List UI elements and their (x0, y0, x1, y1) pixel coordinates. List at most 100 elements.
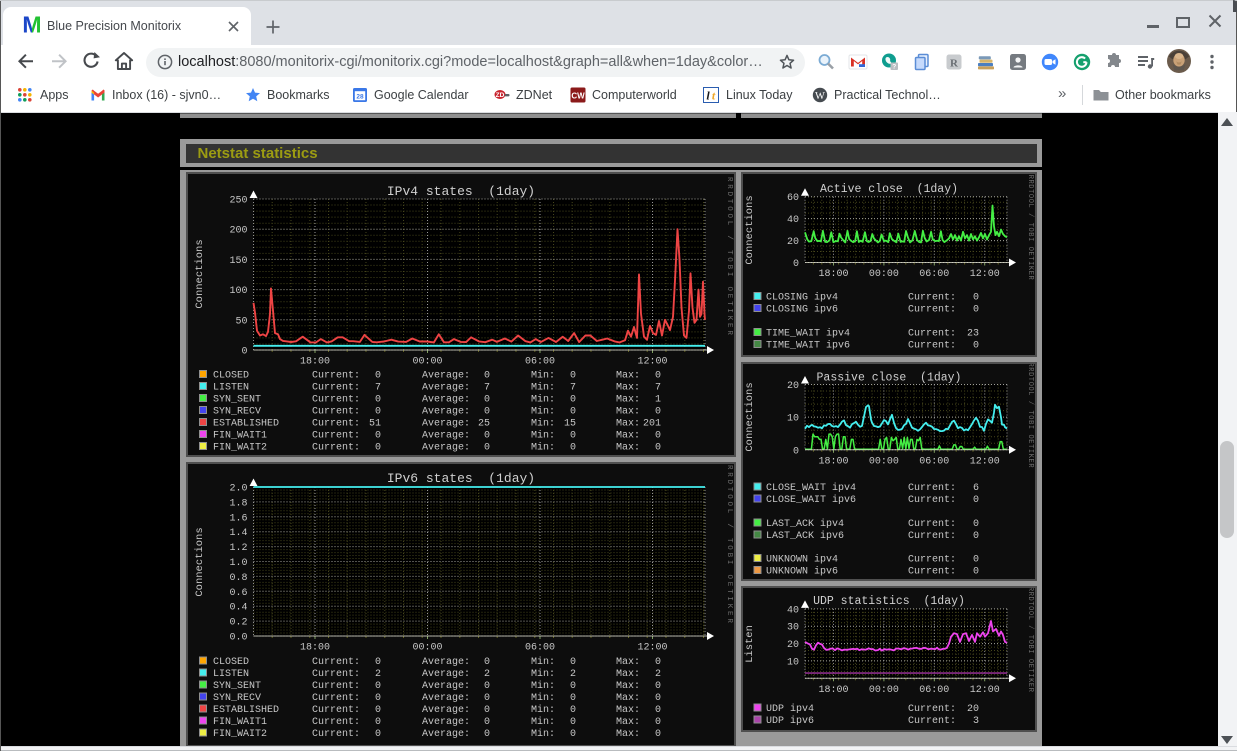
svg-text:0: 0 (375, 407, 381, 418)
svg-text:Average:: Average: (422, 371, 470, 382)
svg-text:0: 0 (793, 446, 799, 457)
svg-text:0: 0 (484, 705, 490, 716)
svg-text:R: R (950, 58, 959, 70)
svg-text:Average:: Average: (422, 681, 470, 692)
svg-text:7: 7 (655, 383, 661, 394)
svg-text:Listen: Listen (744, 625, 756, 663)
svg-text:Min:: Min: (531, 370, 555, 382)
svg-text:18:00: 18:00 (818, 456, 848, 467)
svg-text:RRDTOOL / TOBI OETIKER: RRDTOOL / TOBI OETIKER (725, 465, 733, 626)
svg-text:12:00: 12:00 (637, 357, 667, 368)
svg-text:0: 0 (655, 657, 661, 668)
svg-text:LISTEN: LISTEN (213, 669, 249, 680)
svg-text:0: 0 (973, 555, 979, 566)
svg-text:06:00: 06:00 (525, 643, 555, 654)
svg-text:Min:: Min: (531, 418, 555, 430)
svg-text:CW: CW (571, 92, 585, 101)
svg-text:0: 0 (973, 495, 979, 506)
svg-text:Current:: Current: (908, 555, 956, 566)
svg-text:Max:: Max: (616, 383, 640, 394)
svg-text:0.2: 0.2 (229, 618, 247, 629)
svg-text:CLOSING ipv6: CLOSING ipv6 (766, 304, 838, 316)
svg-text:Current:: Current: (908, 329, 956, 340)
svg-text:0: 0 (484, 443, 490, 454)
svg-text:0: 0 (570, 729, 576, 740)
svg-text:2.0: 2.0 (229, 484, 247, 495)
svg-text:06:00: 06:00 (525, 357, 555, 368)
svg-text:20: 20 (787, 640, 799, 651)
svg-text:0: 0 (375, 705, 381, 716)
svg-text:FIN_WAIT2: FIN_WAIT2 (213, 443, 267, 454)
svg-text:6: 6 (973, 483, 979, 494)
svg-text:Max:: Max: (616, 395, 640, 406)
svg-text:Max:: Max: (616, 729, 640, 740)
svg-text:Current:: Current: (312, 371, 360, 382)
svg-text:Max:: Max: (616, 693, 640, 704)
svg-text:7: 7 (484, 383, 490, 394)
svg-text:Current:: Current: (312, 383, 360, 394)
svg-text:100: 100 (229, 286, 247, 297)
svg-text:RRDTOOL / TOBI OETIKER: RRDTOOL / TOBI OETIKER (725, 177, 733, 338)
svg-text:Current:: Current: (312, 717, 360, 728)
svg-text:FIN_WAIT1: FIN_WAIT1 (213, 431, 267, 442)
svg-text:0: 0 (570, 681, 576, 692)
svg-text:Current:: Current: (312, 395, 360, 406)
svg-text:12:00: 12:00 (970, 269, 1000, 280)
svg-text:0: 0 (375, 657, 381, 668)
svg-text:28: 28 (356, 93, 364, 100)
svg-text:0: 0 (484, 693, 490, 704)
svg-text:00:00: 00:00 (412, 357, 442, 368)
svg-text:0: 0 (655, 443, 661, 454)
svg-text:CLOSING ipv4: CLOSING ipv4 (766, 292, 838, 304)
svg-text:Min:: Min: (531, 716, 555, 728)
svg-text:Current:: Current: (312, 419, 360, 430)
svg-text:Current:: Current: (908, 293, 956, 304)
svg-text:FIN_WAIT1: FIN_WAIT1 (213, 717, 267, 728)
svg-text:18:00: 18:00 (300, 357, 330, 368)
svg-text:0: 0 (570, 431, 576, 442)
svg-text:CLOSED: CLOSED (213, 371, 249, 382)
svg-text:Min:: Min: (531, 704, 555, 716)
svg-text:Connections: Connections (744, 382, 756, 451)
svg-text:0: 0 (570, 443, 576, 454)
svg-text:00:00: 00:00 (869, 685, 899, 696)
svg-text:Current:: Current: (908, 341, 956, 352)
svg-text:UNKNOWN ipv6: UNKNOWN ipv6 (766, 566, 838, 578)
svg-text:TIME_WAIT ipv6: TIME_WAIT ipv6 (766, 340, 850, 352)
svg-text:Min:: Min: (531, 382, 555, 394)
svg-text:Current:: Current: (908, 531, 956, 542)
svg-text:0: 0 (973, 519, 979, 530)
svg-text:0: 0 (570, 717, 576, 728)
svg-text:Average:: Average: (422, 717, 470, 728)
svg-text:0: 0 (375, 681, 381, 692)
svg-text:Current:: Current: (312, 431, 360, 442)
svg-text:Connections: Connections (744, 195, 756, 264)
svg-text:Average:: Average: (422, 395, 470, 406)
svg-text:ZD: ZD (496, 92, 505, 99)
svg-text:ESTABLISHED: ESTABLISHED (213, 419, 279, 430)
svg-text:0.4: 0.4 (229, 603, 247, 614)
svg-text:0.0: 0.0 (229, 633, 247, 644)
svg-text:0: 0 (375, 693, 381, 704)
svg-text:Min:: Min: (531, 728, 555, 740)
svg-text:51: 51 (369, 419, 381, 430)
svg-text:ESTABLISHED: ESTABLISHED (213, 705, 279, 716)
svg-text:0: 0 (375, 729, 381, 740)
svg-text:0: 0 (375, 371, 381, 382)
svg-text:23: 23 (967, 329, 979, 340)
svg-text:Current:: Current: (908, 495, 956, 506)
svg-text:0.6: 0.6 (229, 588, 247, 599)
svg-text:200: 200 (229, 226, 247, 237)
svg-text:Average:: Average: (422, 419, 470, 430)
svg-text:30: 30 (787, 623, 799, 634)
svg-text:2: 2 (484, 669, 490, 680)
svg-text:0: 0 (973, 305, 979, 316)
svg-text:7: 7 (375, 383, 381, 394)
svg-text:18:00: 18:00 (818, 269, 848, 280)
svg-text:Current:: Current: (908, 519, 956, 530)
svg-text:0: 0 (570, 395, 576, 406)
svg-text:0: 0 (570, 657, 576, 668)
svg-text:Current:: Current: (908, 716, 956, 727)
svg-text:Current:: Current: (312, 693, 360, 704)
svg-text:18:00: 18:00 (818, 685, 848, 696)
